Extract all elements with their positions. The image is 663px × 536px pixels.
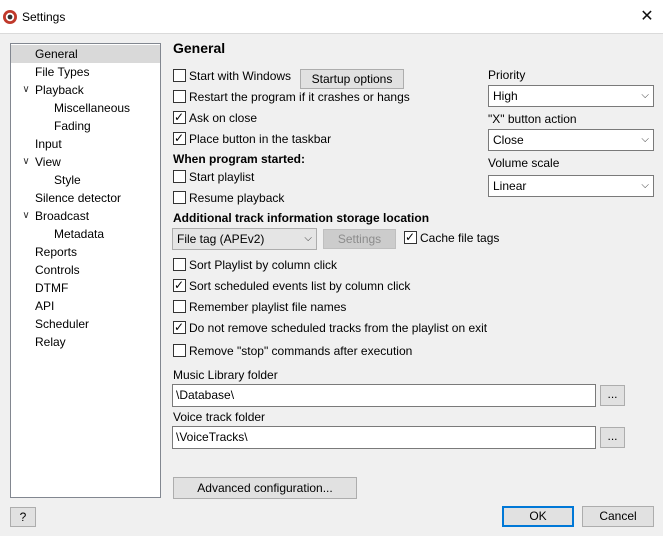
tree-item-label: Playback bbox=[35, 83, 84, 97]
volume-scale-select[interactable]: Linear ⌵ bbox=[488, 175, 654, 197]
cache-file-tags-label: Cache file tags bbox=[420, 231, 500, 245]
tree-item-label: API bbox=[35, 299, 55, 313]
close-icon[interactable]: ✕ bbox=[634, 6, 660, 28]
tree-item-controls[interactable]: Controls bbox=[11, 261, 160, 279]
tree-item-view[interactable]: ∨ View bbox=[11, 153, 160, 171]
settings-tree[interactable]: General File Types ∨ Playback Miscellaneous F… bbox=[10, 43, 161, 498]
tree-item-label: Relay bbox=[35, 335, 66, 349]
tree-item-label: Scheduler bbox=[35, 317, 90, 331]
advanced-configuration-button[interactable]: Advanced configuration... bbox=[173, 477, 357, 499]
tree-item-fading[interactable]: Fading bbox=[11, 117, 160, 135]
tree-item-input[interactable]: Input bbox=[11, 135, 160, 153]
x-button-action-select[interactable]: Close ⌵ bbox=[488, 129, 654, 151]
chevron-down-icon[interactable]: ∨ bbox=[21, 81, 31, 99]
voice-track-browse-button[interactable]: ... bbox=[600, 427, 625, 448]
tree-item-miscellaneous[interactable]: Miscellaneous bbox=[11, 99, 160, 117]
start-playlist-label: Start playlist bbox=[189, 170, 255, 184]
priority-label: Priority bbox=[488, 68, 526, 82]
chevron-down-icon: ⌵ bbox=[641, 134, 649, 145]
priority-value: High bbox=[493, 89, 518, 103]
taskbar-button-label: Place button in the taskbar bbox=[189, 132, 332, 146]
volume-scale-value: Linear bbox=[493, 179, 527, 193]
storage-location-value: File tag (APEv2) bbox=[177, 232, 265, 246]
tree-item-metadata[interactable]: Metadata bbox=[11, 225, 160, 243]
ok-button[interactable]: OK bbox=[502, 506, 574, 527]
page-title: General bbox=[173, 40, 226, 56]
priority-select[interactable]: High ⌵ bbox=[488, 85, 654, 107]
ask-on-close-checkbox[interactable] bbox=[173, 109, 186, 125]
tree-item-label: Silence detector bbox=[35, 191, 122, 205]
help-button[interactable]: ? bbox=[10, 507, 36, 527]
tree-item-label: Fading bbox=[54, 119, 91, 133]
sort-scheduled-label: Sort scheduled events list by column cli… bbox=[189, 279, 411, 293]
tree-item-scheduler[interactable]: Scheduler bbox=[11, 315, 160, 333]
storage-settings-button[interactable]: Settings bbox=[323, 229, 396, 249]
sort-playlist-checkbox[interactable] bbox=[173, 258, 186, 271]
remember-names-label: Remember playlist file names bbox=[189, 300, 347, 314]
x-button-action-value: Close bbox=[493, 133, 524, 147]
sort-scheduled-checkbox[interactable] bbox=[173, 277, 186, 293]
tree-item-playback[interactable]: ∨ Playback bbox=[11, 81, 160, 99]
x-button-action-label: "X" button action bbox=[488, 112, 577, 126]
no-remove-scheduled-checkbox[interactable] bbox=[173, 319, 186, 335]
remove-stop-label: Remove "stop" commands after execution bbox=[189, 344, 413, 358]
cache-file-tags-checkbox[interactable] bbox=[404, 229, 417, 245]
tree-item-label: Broadcast bbox=[35, 209, 90, 223]
cancel-button[interactable]: Cancel bbox=[582, 506, 654, 527]
voice-track-field[interactable]: \VoiceTracks\ bbox=[172, 426, 596, 449]
resume-playback-checkbox[interactable] bbox=[173, 191, 186, 204]
start-with-windows-label: Start with Windows bbox=[189, 69, 292, 83]
tree-item-reports[interactable]: Reports bbox=[11, 243, 160, 261]
tree-item-label: Reports bbox=[35, 245, 78, 259]
tree-item-label: Miscellaneous bbox=[54, 101, 131, 115]
tree-item-label: Style bbox=[54, 173, 81, 187]
storage-heading: Additional track information storage loc… bbox=[173, 211, 430, 225]
start-with-windows-checkbox[interactable] bbox=[173, 69, 186, 82]
restart-on-crash-label: Restart the program if it crashes or han… bbox=[189, 90, 410, 104]
chevron-down-icon: ⌵ bbox=[304, 233, 312, 244]
window-title: Settings bbox=[22, 10, 66, 24]
no-remove-scheduled-label: Do not remove scheduled tracks from the … bbox=[189, 321, 488, 335]
ask-on-close-label: Ask on close bbox=[189, 111, 258, 125]
tree-item-label: File Types bbox=[35, 65, 90, 79]
tree-item-general[interactable]: General bbox=[11, 45, 160, 63]
remember-names-checkbox[interactable] bbox=[173, 300, 186, 313]
tree-item-dtmf[interactable]: DTMF bbox=[11, 279, 160, 297]
title-bar bbox=[0, 0, 663, 34]
tree-item-label: DTMF bbox=[35, 281, 69, 295]
restart-on-crash-checkbox[interactable] bbox=[173, 90, 186, 103]
tree-item-api[interactable]: API bbox=[11, 297, 160, 315]
voice-track-label: Voice track folder bbox=[173, 410, 266, 424]
tree-item-silence-detector[interactable]: Silence detector bbox=[11, 189, 160, 207]
when-started-heading: When program started: bbox=[173, 152, 306, 166]
tree-item-label: Metadata bbox=[54, 227, 105, 241]
tree-item-style[interactable]: Style bbox=[11, 171, 160, 189]
sort-playlist-label: Sort Playlist by column click bbox=[189, 258, 338, 272]
music-library-browse-button[interactable]: ... bbox=[600, 385, 625, 406]
chevron-down-icon[interactable]: ∨ bbox=[21, 153, 31, 171]
app-icon bbox=[3, 10, 17, 24]
chevron-down-icon: ⌵ bbox=[641, 90, 649, 101]
tree-item-broadcast[interactable]: ∨ Broadcast bbox=[11, 207, 160, 225]
tree-item-label: Controls bbox=[35, 263, 80, 277]
resume-playback-label: Resume playback bbox=[189, 191, 285, 205]
tree-item-label: General bbox=[35, 47, 78, 61]
taskbar-button-checkbox[interactable] bbox=[173, 130, 186, 146]
chevron-down-icon[interactable]: ∨ bbox=[21, 207, 31, 225]
music-library-label: Music Library folder bbox=[173, 368, 278, 382]
music-library-field[interactable]: \Database\ bbox=[172, 384, 596, 407]
tree-item-relay[interactable]: Relay bbox=[11, 333, 160, 351]
tree-item-label: View bbox=[35, 155, 61, 169]
remove-stop-checkbox[interactable] bbox=[173, 344, 186, 357]
start-playlist-checkbox[interactable] bbox=[173, 170, 186, 183]
tree-item-file-types[interactable]: File Types bbox=[11, 63, 160, 81]
tree-item-label: Input bbox=[35, 137, 62, 151]
volume-scale-label: Volume scale bbox=[488, 156, 560, 170]
chevron-down-icon: ⌵ bbox=[641, 180, 649, 191]
startup-options-button[interactable]: Startup options bbox=[300, 69, 404, 89]
storage-location-select[interactable]: File tag (APEv2) ⌵ bbox=[172, 228, 317, 250]
